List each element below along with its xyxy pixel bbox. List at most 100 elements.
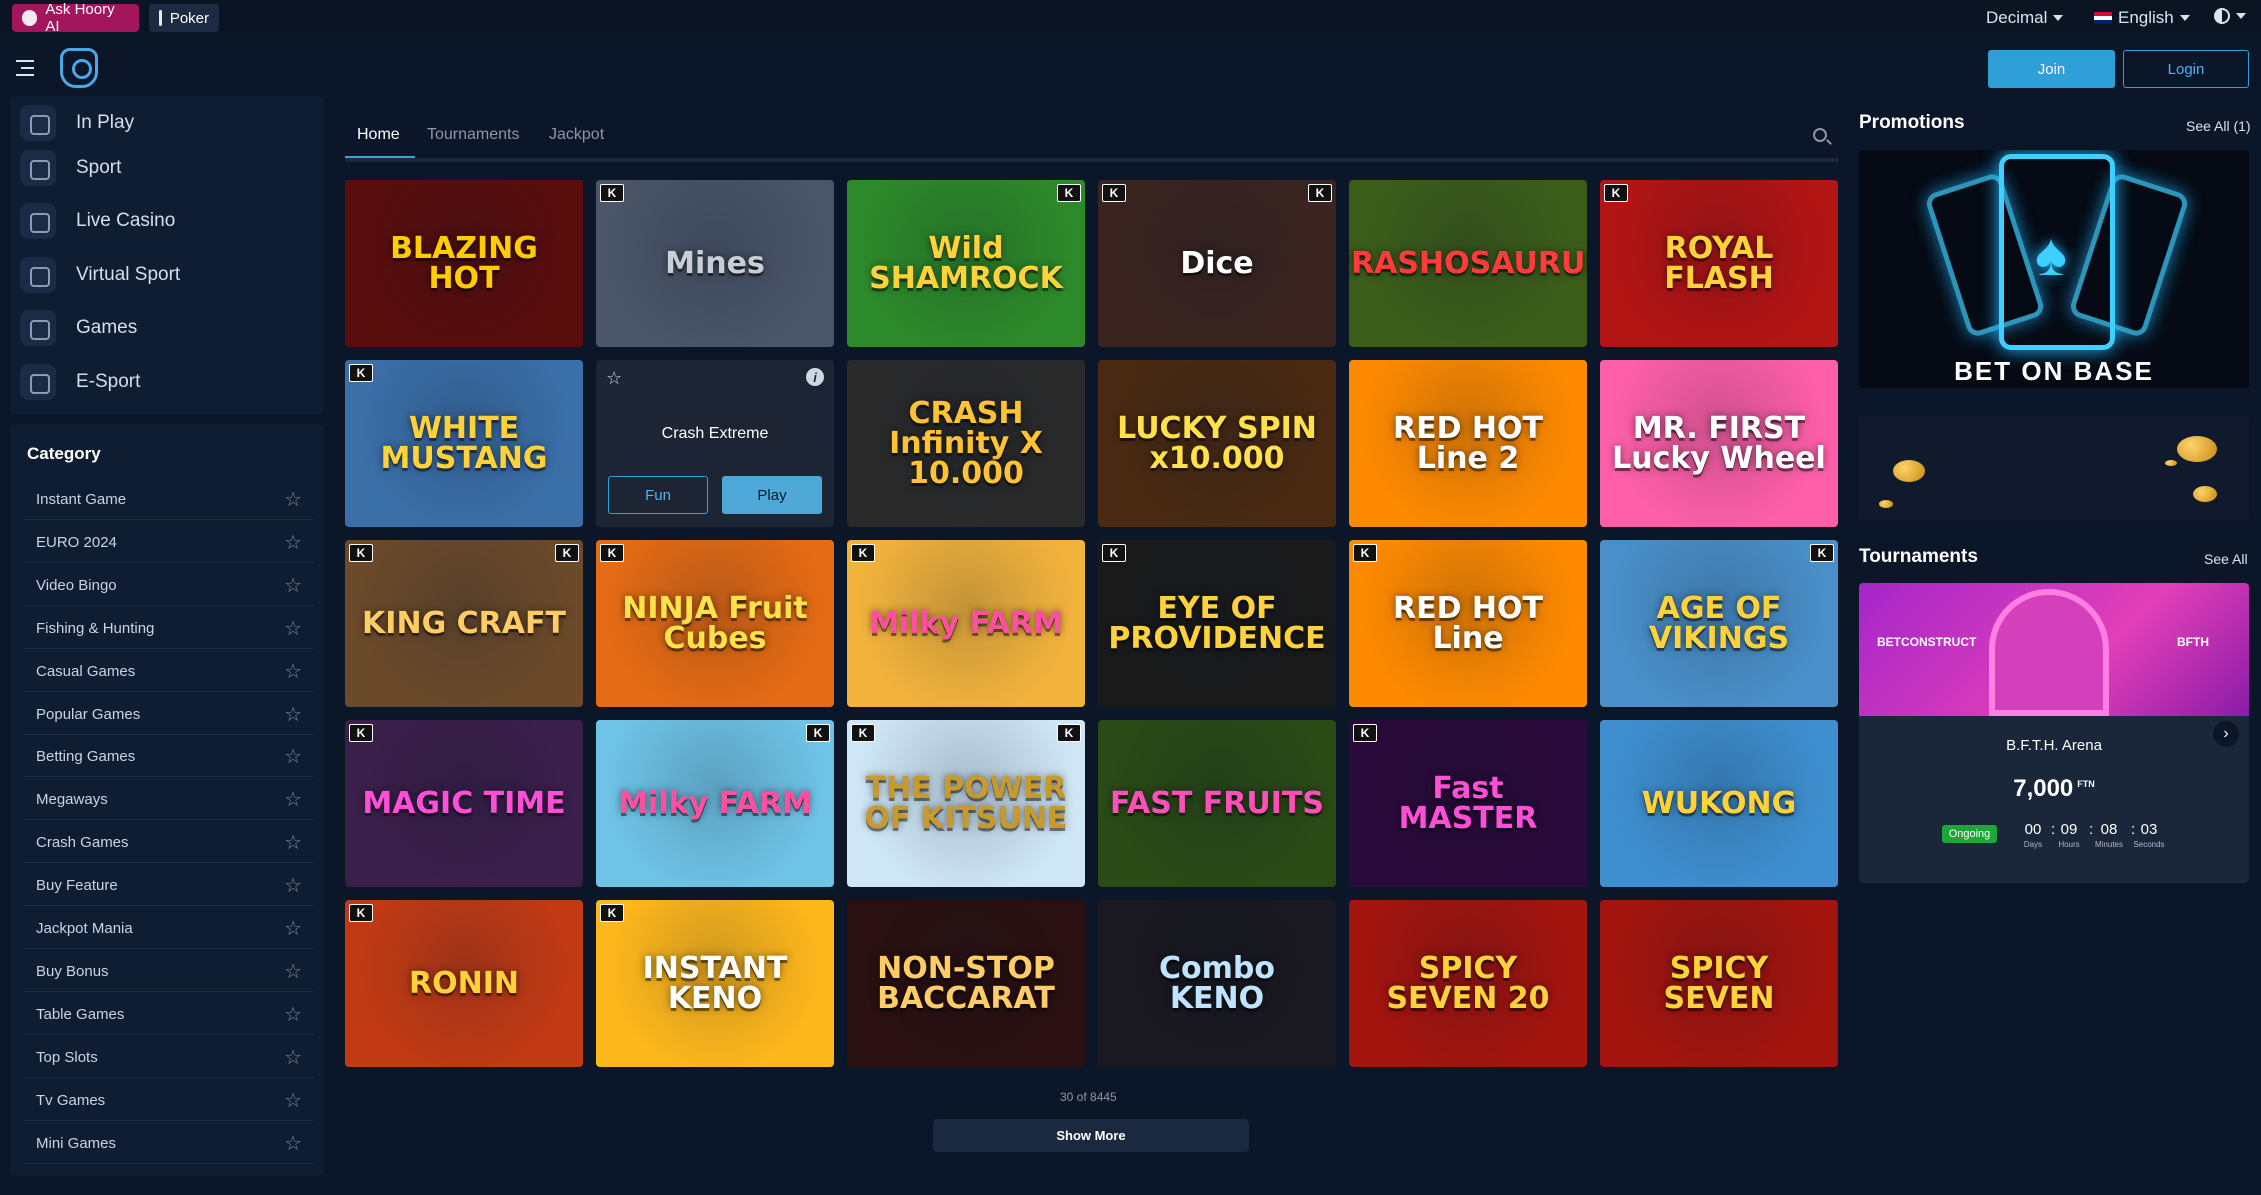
category-item[interactable]: Video Bingo ☆ [24, 566, 314, 606]
category-item[interactable]: Casual Games ☆ [24, 652, 314, 692]
category-item[interactable]: Crash Games ☆ [24, 823, 314, 864]
provider-logo-icon: K [851, 544, 875, 562]
game-tile[interactable]: MAGIC TIME K [345, 720, 583, 887]
sidebar-item-label: E-Sport [76, 370, 141, 392]
favorite-star-icon[interactable]: ☆ [284, 662, 302, 682]
game-tile[interactable]: Fast MASTER K [1349, 720, 1587, 887]
join-button[interactable]: Join [1988, 50, 2115, 88]
search-icon[interactable] [1813, 128, 1827, 142]
tab-tournaments[interactable]: Tournaments [427, 126, 520, 144]
login-button[interactable]: Login [2123, 50, 2249, 88]
sidebar-item-games[interactable]: Games [20, 301, 137, 354]
category-item[interactable]: Buy Bonus ☆ [24, 952, 314, 992]
game-tile[interactable]: ☆ i Crash Extreme Fun Play [596, 360, 834, 527]
favorite-star-icon[interactable]: ☆ [284, 490, 302, 510]
ask-ai-button[interactable]: Ask Hoory AI [12, 1, 139, 35]
game-tile[interactable]: THE POWER OF KITSUNE K K [847, 720, 1085, 887]
category-item-label: Popular Games [36, 705, 141, 723]
category-item[interactable]: EURO 2024 ☆ [24, 523, 314, 563]
tab-home[interactable]: Home [357, 126, 400, 144]
show-more-button[interactable]: Show More [933, 1119, 1249, 1152]
game-tile[interactable]: RED HOT Line 2 [1349, 360, 1587, 527]
promotion-banner-secondary[interactable] [1859, 416, 2249, 520]
sidebar-item-sport[interactable]: Sport [20, 141, 121, 194]
tournaments-see-all-link[interactable]: See All [2204, 551, 2248, 567]
game-tile[interactable]: CRASH Infinity X 10.000 [847, 360, 1085, 527]
favorite-star-icon[interactable]: ☆ [284, 1005, 302, 1025]
theme-toggle[interactable] [2214, 8, 2246, 24]
poker-button[interactable]: Poker [149, 4, 219, 32]
game-tile[interactable]: MR. FIRST Lucky Wheel [1600, 360, 1838, 527]
game-tile[interactable]: FAST FRUITS [1098, 720, 1336, 887]
favorite-star-icon[interactable]: ☆ [284, 790, 302, 810]
game-tile[interactable]: EYE OF PROVIDENCE K [1098, 540, 1336, 707]
tournament-card[interactable]: BETCONSTRUCT BFTH › B.F.T.H. Arena 7,000… [1859, 583, 2249, 883]
game-tile[interactable]: LUCKY SPIN x10.000 [1098, 360, 1336, 527]
game-tile[interactable]: AGE OF VIKINGS K [1600, 540, 1838, 707]
game-tile[interactable]: WUKONG [1600, 720, 1838, 887]
category-item[interactable]: Fishing & Hunting ☆ [24, 609, 314, 649]
language-dropdown[interactable]: English [2094, 8, 2190, 28]
category-item[interactable]: Mini Games ☆ [24, 1124, 314, 1164]
game-tile[interactable]: Mines K [596, 180, 834, 347]
favorite-star-icon[interactable]: ☆ [284, 833, 302, 853]
favorite-star-icon[interactable]: ☆ [284, 962, 302, 982]
favorite-star-icon[interactable]: ☆ [284, 1134, 302, 1154]
game-tile[interactable]: Milky FARM K [847, 540, 1085, 707]
game-tile[interactable]: INSTANT KENO K [596, 900, 834, 1067]
results-count: 30 of 8445 [1060, 1090, 1117, 1104]
site-logo[interactable] [60, 48, 98, 88]
category-item[interactable]: Betting Games ☆ [24, 737, 314, 778]
category-item[interactable]: Megaways ☆ [24, 780, 314, 821]
category-item[interactable]: Tv Games ☆ [24, 1081, 314, 1121]
category-item-label: Crash Games [36, 834, 129, 852]
favorite-star-icon[interactable]: ☆ [284, 1048, 302, 1068]
provider-logo-icon: K [1308, 184, 1332, 202]
game-tile[interactable]: Wild SHAMROCK K [847, 180, 1085, 347]
game-title: FAST FRUITS [1110, 785, 1324, 821]
game-tile[interactable]: ROYAL FLASH K [1600, 180, 1838, 347]
favorite-star-icon[interactable]: ☆ [284, 576, 302, 596]
info-icon[interactable]: i [806, 368, 824, 386]
game-tile[interactable]: WHITE MUSTANG K [345, 360, 583, 527]
favorite-star-icon[interactable]: ☆ [284, 919, 302, 939]
menu-toggle-icon[interactable] [16, 60, 38, 78]
game-tile[interactable]: NINJA Fruit Cubes K [596, 540, 834, 707]
category-item[interactable]: Jackpot Mania ☆ [24, 909, 314, 949]
category-item[interactable]: Buy Feature ☆ [24, 866, 314, 907]
favorite-star-icon[interactable]: ☆ [606, 368, 622, 389]
favorite-star-icon[interactable]: ☆ [284, 705, 302, 725]
category-item[interactable]: Top Slots ☆ [24, 1038, 314, 1078]
play-button[interactable]: Play [722, 476, 822, 514]
favorite-star-icon[interactable]: ☆ [284, 533, 302, 553]
category-item[interactable]: Table Games ☆ [24, 995, 314, 1035]
favorite-star-icon[interactable]: ☆ [284, 876, 302, 896]
category-item[interactable]: Popular Games ☆ [24, 695, 314, 735]
promotions-see-all-link[interactable]: See All (1) [2186, 118, 2251, 134]
favorite-star-icon[interactable]: ☆ [284, 619, 302, 639]
sidebar-item-esport[interactable]: E-Sport [20, 355, 140, 408]
game-tile[interactable]: CRASHOSAURUS [1349, 180, 1587, 347]
sidebar-item-live-casino[interactable]: Live Casino [20, 194, 175, 247]
fun-mode-button[interactable]: Fun [608, 476, 708, 514]
tab-jackpot[interactable]: Jackpot [549, 126, 604, 144]
countdown-unit: Seconds [2133, 840, 2165, 849]
game-tile[interactable]: Dice K K [1098, 180, 1336, 347]
favorite-star-icon[interactable]: ☆ [284, 747, 302, 767]
game-title: SPICY SEVEN [1663, 950, 1775, 1016]
promotion-banner[interactable]: ♠ BET ON BASE [1859, 150, 2249, 388]
game-tile[interactable]: Milky FARM K [596, 720, 834, 887]
game-tile[interactable]: BLAZING HOT [345, 180, 583, 347]
game-tile[interactable]: SPICY SEVEN [1600, 900, 1838, 1067]
active-tab-indicator [345, 156, 415, 158]
game-tile[interactable]: NON-STOP BACCARAT [847, 900, 1085, 1067]
game-tile[interactable]: RED HOT Line K [1349, 540, 1587, 707]
game-tile[interactable]: KING CRAFT K K [345, 540, 583, 707]
favorite-star-icon[interactable]: ☆ [284, 1091, 302, 1111]
category-item[interactable]: Instant Game ☆ [24, 480, 314, 520]
game-tile[interactable]: SPICY SEVEN 20 [1349, 900, 1587, 1067]
game-tile[interactable]: Combo KENO [1098, 900, 1336, 1067]
game-tile[interactable]: RONIN K [345, 900, 583, 1067]
odds-format-dropdown[interactable]: Decimal [1986, 8, 2064, 28]
sidebar-item-virtual-sport[interactable]: Virtual Sport [20, 248, 180, 301]
